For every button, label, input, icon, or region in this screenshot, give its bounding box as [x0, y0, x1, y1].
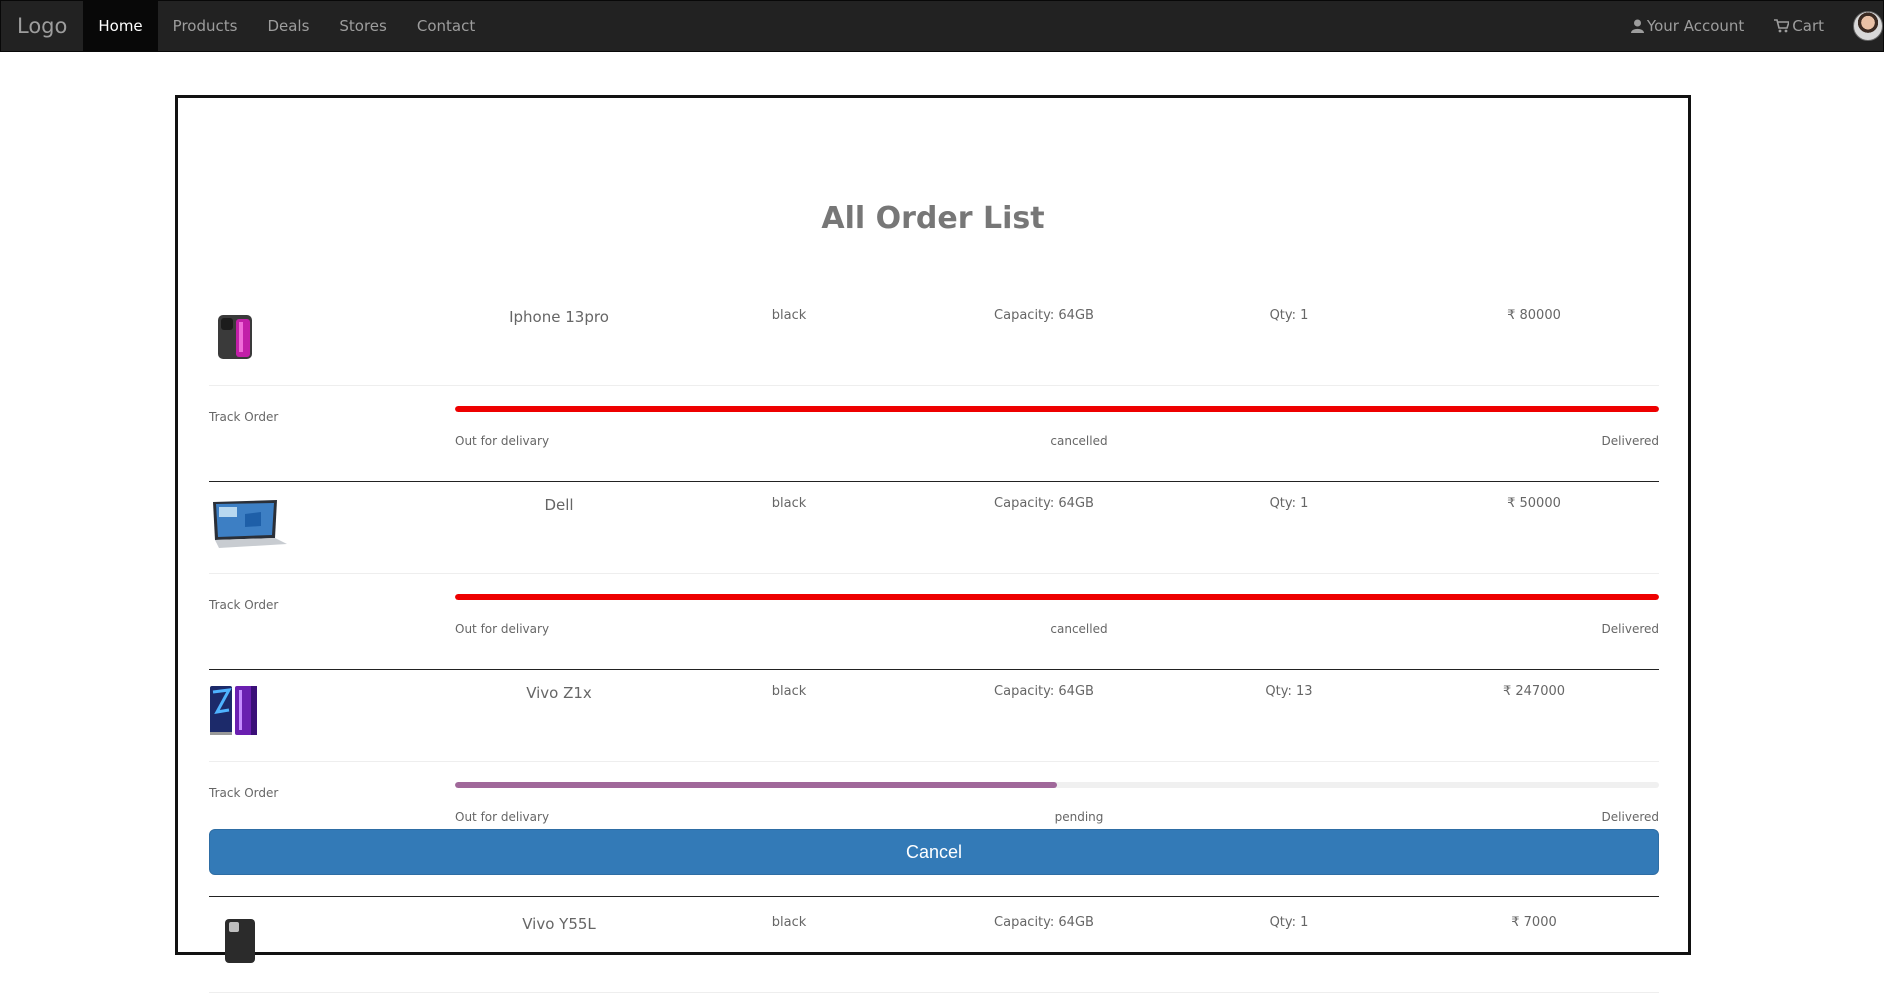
nav-account[interactable]: Your Account [1616, 1, 1759, 51]
product-capacity: Capacity: 64GB [994, 496, 1094, 511]
product-price: ₹ 80000 [1507, 308, 1561, 323]
step-out-for-delivery: Out for delivary [455, 810, 550, 824]
product-name: Vivo Y55L [522, 915, 596, 933]
track-order-label[interactable]: Track Order [209, 786, 278, 800]
order-progress-fill [455, 782, 1057, 788]
step-out-for-delivery: Out for delivary [455, 622, 550, 636]
product-price: ₹ 7000 [1511, 915, 1557, 930]
product-name: Dell [544, 496, 574, 514]
order-item: Iphone 13pro black Capacity: 64GB Qty: 1… [209, 294, 1659, 482]
product-qty: Qty: 1 [1269, 308, 1309, 323]
order-progress-bar [455, 406, 1659, 412]
product-qty: Qty: 1 [1269, 915, 1309, 930]
product-capacity: Capacity: 64GB [994, 684, 1094, 699]
nav-deals[interactable]: Deals [252, 1, 324, 51]
track-order-label[interactable]: Track Order [209, 410, 278, 424]
step-delivered: Delivered [1601, 622, 1659, 636]
product-name: Iphone 13pro [509, 308, 609, 326]
user-avatar[interactable] [1853, 11, 1883, 41]
product-color: black [771, 915, 807, 930]
product-qty: Qty: 1 [1269, 496, 1309, 511]
product-image-vivo-y55l [225, 919, 255, 963]
order-progress-fill [455, 406, 1659, 412]
product-qty: Qty: 13 [1265, 684, 1313, 699]
product-color: black [771, 684, 807, 699]
step-out-for-delivery: Out for delivary [455, 434, 550, 448]
nav-products[interactable]: Products [158, 1, 253, 51]
order-item: Vivo Y55L black Capacity: 64GB Qty: 1 ₹ … [209, 901, 1659, 993]
page-title: All Order List [821, 201, 1045, 236]
order-status: pending [1054, 810, 1104, 824]
order-status: cancelled [1050, 622, 1108, 636]
nav-stores[interactable]: Stores [324, 1, 401, 51]
order-progress-bar [455, 782, 1659, 788]
cancel-button[interactable]: Cancel [209, 829, 1659, 875]
top-navbar: Logo Home Products Deals Stores Contact … [0, 0, 1884, 52]
nav-cart-label: Cart [1792, 17, 1824, 35]
product-price: ₹ 247000 [1502, 684, 1566, 699]
product-capacity: Capacity: 64GB [994, 915, 1094, 930]
product-color: black [771, 496, 807, 511]
order-progress-bar [455, 594, 1659, 600]
order-progress-fill [455, 594, 1659, 600]
product-capacity: Capacity: 64GB [994, 308, 1094, 323]
product-image-dell [213, 500, 287, 548]
nav-contact[interactable]: Contact [402, 1, 490, 51]
nav-account-label: Your Account [1646, 17, 1745, 35]
order-status: cancelled [1050, 434, 1108, 448]
order-list-card: All Order List Iphone 13pro black Capaci… [175, 95, 1691, 993]
product-name: Vivo Z1x [526, 684, 592, 702]
product-image-vivo [210, 686, 257, 735]
product-price: ₹ 50000 [1507, 496, 1561, 511]
nav-home[interactable]: Home [83, 1, 158, 51]
nav-right: Your Account Cart [1616, 1, 1883, 51]
cart-icon [1774, 19, 1790, 33]
brand-logo[interactable]: Logo [1, 1, 83, 51]
product-color: black [771, 308, 807, 323]
step-delivered: Delivered [1601, 810, 1659, 824]
order-divider [209, 896, 1659, 897]
order-item: Dell black Capacity: 64GB Qty: 1 ₹ 50000… [209, 482, 1659, 670]
user-icon [1630, 19, 1644, 33]
nav-cart[interactable]: Cart [1759, 1, 1839, 51]
step-delivered: Delivered [1601, 434, 1659, 448]
track-order-label[interactable]: Track Order [209, 598, 278, 612]
product-image-iphone [218, 315, 252, 359]
